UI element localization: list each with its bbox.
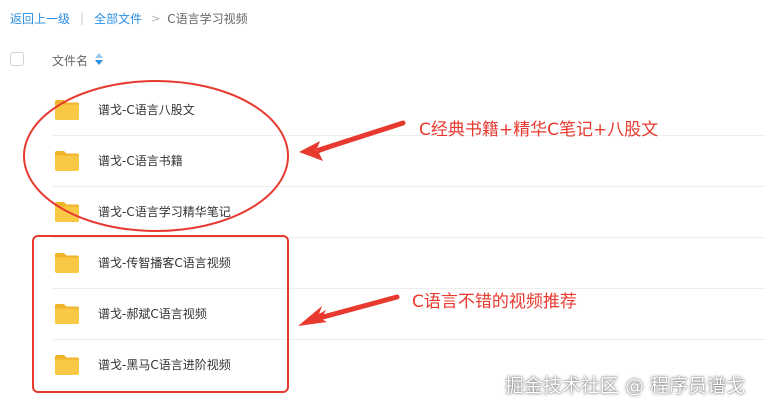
name-column-header[interactable]: 文件名 [52, 52, 88, 69]
breadcrumb-separator: | [80, 11, 85, 25]
folder-icon [55, 355, 79, 375]
file-list-header: 文件名 [0, 48, 765, 72]
folder-icon [55, 100, 79, 120]
file-name[interactable]: 谱戈-C语言学习精华笔记 [98, 203, 231, 220]
file-name[interactable]: 谱戈-郝斌C语言视频 [98, 305, 207, 322]
folder-icon [55, 253, 79, 273]
file-row[interactable]: 谱戈-C语言书籍 [52, 136, 765, 187]
file-row[interactable]: 谱戈-郝斌C语言视频 [52, 289, 765, 340]
file-name[interactable]: 谱戈-C语言八股文 [98, 101, 195, 118]
breadcrumb: 返回上一级 | 全部文件 > C语言学习视频 [10, 9, 248, 27]
sort-icon[interactable] [95, 53, 103, 65]
folder-icon [55, 304, 79, 324]
file-name[interactable]: 谱戈-传智播客C语言视频 [98, 254, 231, 271]
annotation-text-top: C经典书籍+精华C笔记+八股文 [419, 120, 659, 140]
select-all-checkbox[interactable] [10, 52, 24, 66]
file-name[interactable]: 谱戈-C语言书籍 [98, 152, 183, 169]
file-name[interactable]: 谱戈-黑马C语言进阶视频 [98, 356, 231, 373]
breadcrumb-arrow: > [151, 11, 161, 25]
annotation-text-bottom: C语言不错的视频推荐 [412, 292, 577, 312]
file-row[interactable]: 谱戈-C语言学习精华笔记 [52, 187, 765, 238]
folder-icon [55, 202, 79, 222]
breadcrumb-current-folder: C语言学习视频 [167, 11, 248, 26]
folder-icon [55, 151, 79, 171]
all-files-link[interactable]: 全部文件 [94, 10, 142, 27]
file-row[interactable]: 谱戈-传智播客C语言视频 [52, 238, 765, 289]
back-link[interactable]: 返回上一级 [10, 10, 70, 27]
watermark: 掘金技术社区 @ 程序员谱戈 [504, 375, 745, 397]
